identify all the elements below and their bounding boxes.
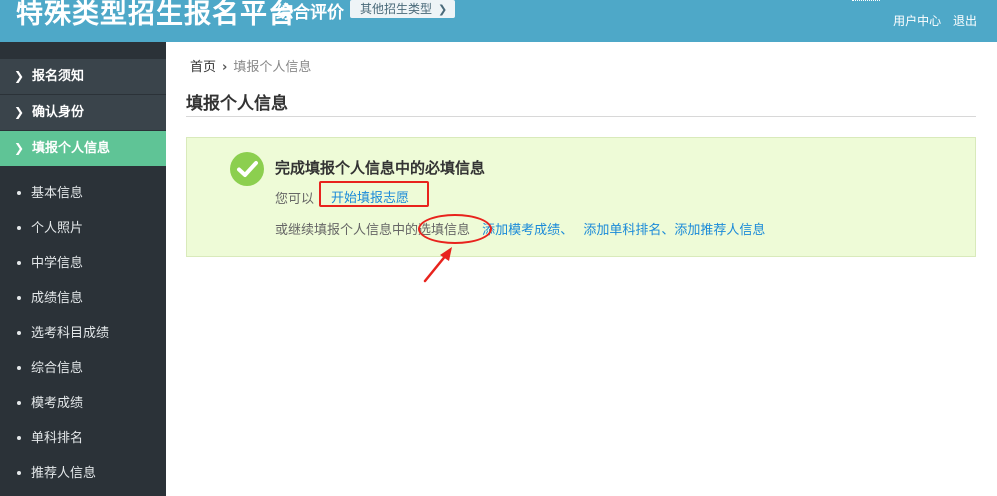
sidebar-subitem-label: 推荐人信息 xyxy=(31,466,97,481)
chevron-right-icon: › xyxy=(222,60,228,75)
start-application-link[interactable]: 开始填报志愿 xyxy=(331,187,409,206)
sidebar-item-confirm-identity[interactable]: ❯ 确认身份 xyxy=(0,95,166,131)
sidebar-subitem-scores[interactable]: 成绩信息 xyxy=(0,281,166,316)
sidebar-subitem-photo[interactable]: 个人照片 xyxy=(0,211,166,246)
top-header: 特殊类型招生报名平台 综合评价 其他招生类型 ❯ 用户中心 退出 xyxy=(0,0,997,42)
sidebar-item-label: 报名须知 xyxy=(32,69,85,84)
add-recommender-link[interactable]: 添加推荐人信息 xyxy=(674,223,765,238)
sidebar-subitem-label: 中学信息 xyxy=(31,256,84,271)
other-admission-types-button[interactable]: 其他招生类型 ❯ xyxy=(350,0,456,18)
breadcrumb-current: 填报个人信息 xyxy=(233,60,312,75)
add-subject-rank-link[interactable]: 添加单科排名 xyxy=(583,223,661,238)
notice-line-optional: 或继续填报个人信息中的选填信息 添加模考成绩、 添加单科排名、添加推荐人信息 xyxy=(275,219,765,238)
header-links: 用户中心 退出 xyxy=(885,12,977,29)
bullet-icon xyxy=(17,226,21,230)
app-title: 特殊类型招生报名平台 xyxy=(16,0,296,30)
chevron-right-icon: ❯ xyxy=(438,3,448,16)
breadcrumb-home-link[interactable]: 首页 xyxy=(190,60,216,75)
title-divider xyxy=(186,116,976,117)
sidebar-subitem-mock-exam[interactable]: 模考成绩 xyxy=(0,386,166,421)
bullet-icon xyxy=(17,366,21,370)
truncated-user-name xyxy=(852,0,880,1)
sidebar-subitem-subject-rank[interactable]: 单科排名 xyxy=(0,421,166,456)
sidebar-subitem-high-school[interactable]: 中学信息 xyxy=(0,246,166,281)
sidebar-subitem-comprehensive[interactable]: 综合信息 xyxy=(0,351,166,386)
separator: 、 xyxy=(661,223,675,238)
sidebar-subitem-label: 单科排名 xyxy=(31,431,84,446)
chevron-right-icon: ❯ xyxy=(14,105,25,119)
check-circle-icon xyxy=(230,152,264,186)
sidebar-subitem-basic-info[interactable]: 基本信息 xyxy=(0,176,166,211)
bullet-icon xyxy=(17,261,21,265)
success-notice: 完成填报个人信息中的必填信息 您可以 开始填报志愿 或继续填报个人信息中的选填信… xyxy=(186,137,976,257)
add-mock-exam-link[interactable]: 添加模考成绩 xyxy=(482,223,560,238)
chevron-right-icon: ❯ xyxy=(14,69,25,83)
notice-title: 完成填报个人信息中的必填信息 xyxy=(275,159,486,177)
sidebar-subitem-label: 综合信息 xyxy=(31,361,84,376)
sidebar-subitem-label: 成绩信息 xyxy=(31,291,84,306)
sidebar: ❯ 报名须知 ❯ 确认身份 ❯ 填报个人信息 基本信息 个人照片 中学信息 成绩… xyxy=(0,42,166,496)
bullet-icon xyxy=(17,331,21,335)
logout-link[interactable]: 退出 xyxy=(953,14,977,28)
line2-prefix: 或继续填报个人信息中的 xyxy=(275,223,419,238)
bullet-icon xyxy=(17,401,21,405)
bullet-icon xyxy=(17,471,21,475)
bullet-icon xyxy=(17,191,21,195)
separator: 、 xyxy=(560,223,574,238)
sidebar-subitem-label: 基本信息 xyxy=(31,186,84,201)
chevron-right-icon: ❯ xyxy=(14,141,25,155)
optional-info-text: 选填信息 xyxy=(418,223,471,238)
sidebar-subitem-label: 选考科目成绩 xyxy=(31,326,110,341)
bullet-icon xyxy=(17,436,21,440)
user-center-link[interactable]: 用户中心 xyxy=(893,14,941,28)
bullet-icon xyxy=(17,296,21,300)
page-title: 填报个人信息 xyxy=(186,94,288,114)
sidebar-subitem-elective-scores[interactable]: 选考科目成绩 xyxy=(0,316,166,351)
start-application-highlight: 开始填报志愿 xyxy=(319,181,429,207)
sidebar-item-label: 填报个人信息 xyxy=(32,141,111,156)
sidebar-item-personal-info[interactable]: ❯ 填报个人信息 xyxy=(0,131,166,167)
other-admission-types-label: 其他招生类型 xyxy=(360,2,433,16)
breadcrumb: 首页 › 填报个人信息 xyxy=(190,56,311,75)
sub-title: 综合评价 xyxy=(276,3,344,23)
notice-line-start: 您可以 xyxy=(275,188,314,207)
sidebar-subitem-label: 模考成绩 xyxy=(31,396,84,411)
sidebar-item-label: 确认身份 xyxy=(32,105,85,120)
sidebar-subitem-recommender[interactable]: 推荐人信息 xyxy=(0,456,166,491)
line1-prefix: 您可以 xyxy=(275,192,315,207)
sidebar-subitem-label: 个人照片 xyxy=(31,221,84,236)
sidebar-item-registration-notice[interactable]: ❯ 报名须知 xyxy=(0,59,166,95)
